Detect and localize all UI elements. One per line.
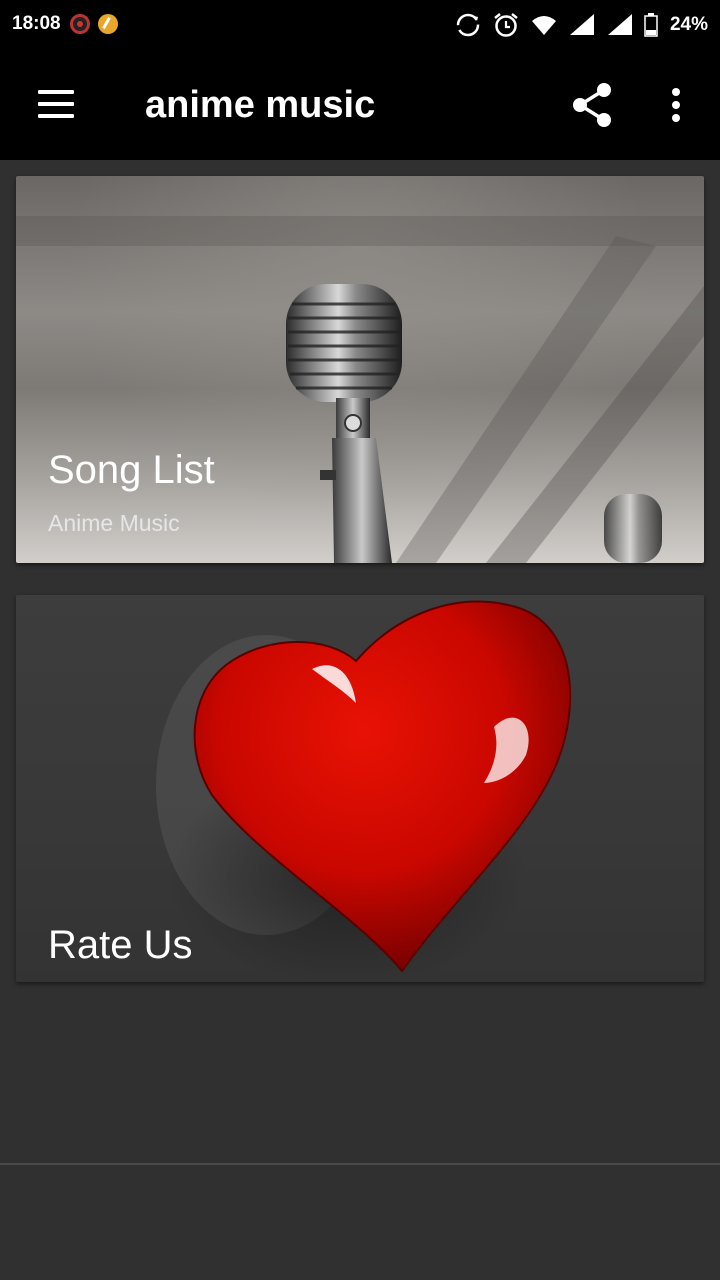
signal-icon [569,14,594,35]
more-vert-icon[interactable] [656,80,696,130]
menu-icon[interactable] [26,78,86,128]
sync-icon [456,13,480,37]
system-icons: 24% [454,10,708,40]
battery-icon [644,13,658,37]
song-list-subtitle: Anime Music [48,510,180,536]
rate-us-title: Rate Us [48,923,193,967]
share-icon[interactable] [566,80,618,130]
bottom-divider [0,1163,720,1165]
status-time: 18:08 [12,13,61,34]
wifi-icon [531,16,556,35]
song-list-title: Song List [48,448,215,492]
battery-level: 24% [669,14,708,35]
notification-record-icon [70,14,90,34]
app-bar: anime music [0,50,720,160]
notification-app-icon [98,14,118,34]
alarm-icon [494,13,518,37]
app-title: anime music [145,84,376,126]
signal-icon [607,14,632,35]
microphone-image [16,216,704,563]
status-bar: 18:08 24% [0,0,720,50]
song-list-card[interactable]: Song List Anime Music [16,176,704,563]
rate-us-card[interactable]: Rate Us [16,595,704,982]
